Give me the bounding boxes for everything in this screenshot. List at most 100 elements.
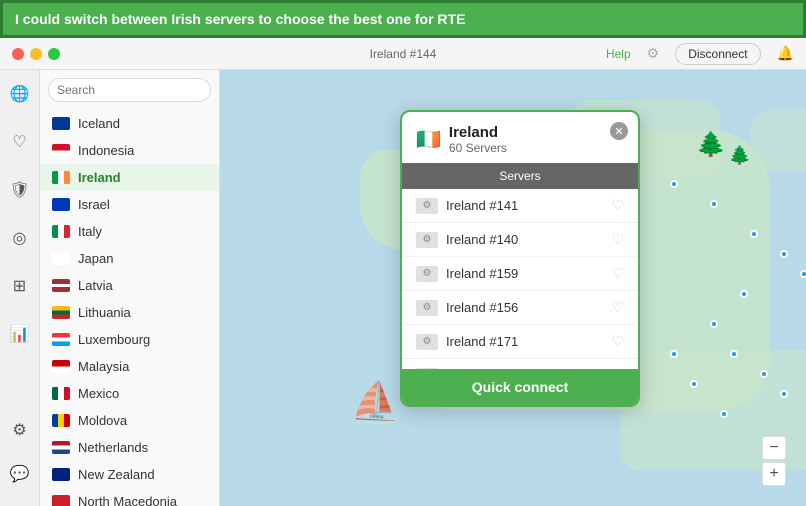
server-icon (416, 232, 438, 248)
flag-it (52, 225, 70, 238)
popup-close-button[interactable]: ✕ (610, 122, 628, 140)
flag-my (52, 360, 70, 373)
country-name: Ireland (78, 170, 121, 185)
traffic-lights (12, 48, 60, 60)
notification-icon[interactable]: 🔔 (777, 45, 794, 62)
favorite-icon[interactable]: ♡ (611, 265, 624, 282)
flag-lv (52, 279, 70, 292)
server-name: Ireland #171 (446, 334, 611, 349)
tab-servers[interactable]: Servers (402, 163, 638, 189)
sidebar: Iceland Indonesia Ireland Israel Italy Japan L… (40, 70, 220, 506)
heart-icon[interactable]: ♡ (4, 126, 36, 158)
chat-icon[interactable]: 💬 (4, 458, 36, 490)
target-icon[interactable]: ◎ (4, 222, 36, 254)
search-input[interactable] (48, 78, 211, 102)
favorite-icon[interactable]: ♡ (611, 231, 624, 248)
tree-icon-2: 🌲 (729, 145, 751, 166)
favorite-icon[interactable]: ♡ (611, 333, 624, 350)
country-name: Moldova (78, 413, 127, 428)
fullscreen-button[interactable] (48, 48, 60, 60)
server-list-item[interactable]: Ireland #164♡ (402, 359, 638, 369)
sidebar-item-netherlands[interactable]: Netherlands (40, 434, 219, 461)
country-name: Lithuania (78, 305, 131, 320)
sidebar-item-north-macedonia[interactable]: North Macedonia (40, 488, 219, 506)
country-name: Indonesia (78, 143, 134, 158)
server-list-item[interactable]: Ireland #171♡ (402, 325, 638, 359)
quick-connect-button[interactable]: Quick connect (402, 369, 638, 405)
popup-flag: 🇮🇪 (416, 127, 441, 152)
map-area: 🌲 🌲 ⛵ 🇮🇪 Ireland 60 Servers ✕ Servers (220, 70, 806, 506)
map-dot-4 (800, 270, 806, 278)
flag-il (52, 198, 70, 211)
popup-header: 🇮🇪 Ireland 60 Servers ✕ (402, 112, 638, 163)
map-dot-5 (740, 290, 748, 298)
map-dot-0 (670, 180, 678, 188)
sidebar-item-malaysia[interactable]: Malaysia (40, 353, 219, 380)
server-name: Ireland #140 (446, 232, 611, 247)
close-button[interactable] (12, 48, 24, 60)
tab-label: Ireland #144 (370, 47, 437, 61)
flag-nl (52, 441, 70, 454)
flag-id (52, 144, 70, 157)
country-name: New Zealand (78, 467, 155, 482)
settings-icon[interactable]: ⚙ (647, 45, 660, 62)
sidebar-item-lithuania[interactable]: Lithuania (40, 299, 219, 326)
country-name: Iceland (78, 116, 120, 131)
sidebar-item-mexico[interactable]: Mexico (40, 380, 219, 407)
layers-icon[interactable]: ⊞ (4, 270, 36, 302)
sidebar-item-new-zealand[interactable]: New Zealand (40, 461, 219, 488)
gear-icon[interactable]: ⚙ (4, 414, 36, 446)
country-name: Mexico (78, 386, 119, 401)
country-name: Japan (78, 251, 113, 266)
chart-icon[interactable]: 📊 (4, 318, 36, 350)
country-name: Netherlands (78, 440, 148, 455)
popup-country: Ireland (449, 124, 507, 141)
server-name: Ireland #156 (446, 300, 611, 315)
minimize-button[interactable] (30, 48, 42, 60)
flag-lu (52, 333, 70, 346)
sidebar-item-latvia[interactable]: Latvia (40, 272, 219, 299)
sidebar-item-indonesia[interactable]: Indonesia (40, 137, 219, 164)
help-button[interactable]: Help (606, 47, 631, 61)
sidebar-item-iceland[interactable]: Iceland (40, 110, 219, 137)
zoom-in-button[interactable]: + (762, 462, 786, 486)
disconnect-button[interactable]: Disconnect (675, 43, 760, 65)
flag-jp (52, 252, 70, 265)
country-list: Iceland Indonesia Ireland Israel Italy Japan L… (40, 110, 219, 506)
map-land-north (750, 110, 806, 170)
sidebar-item-moldova[interactable]: Moldova (40, 407, 219, 434)
annotation-banner: I could switch between Irish servers to … (0, 0, 806, 38)
popup-server-count: 60 Servers (449, 141, 507, 155)
favorite-icon[interactable]: ♡ (611, 197, 624, 214)
server-list-item[interactable]: Ireland #140♡ (402, 223, 638, 257)
app-container: Ireland #144 Help ⚙ Disconnect 🔔 🌐 ♡ 🛡 ◎… (0, 38, 806, 506)
server-list-item[interactable]: Ireland #141♡ (402, 189, 638, 223)
sidebar-item-italy[interactable]: Italy (40, 218, 219, 245)
map-dot-3 (780, 250, 788, 258)
shield-icon[interactable]: 🛡 (4, 174, 36, 206)
flag-md (52, 414, 70, 427)
sidebar-item-japan[interactable]: Japan (40, 245, 219, 272)
server-name: Ireland #141 (446, 198, 611, 213)
server-list-item[interactable]: Ireland #159♡ (402, 257, 638, 291)
flag-mx (52, 387, 70, 400)
globe-icon[interactable]: 🌐 (4, 78, 36, 110)
sidebar-item-israel[interactable]: Israel (40, 191, 219, 218)
tree-icon: 🌲 (696, 130, 726, 159)
map-dot-1 (710, 200, 718, 208)
country-name: Luxembourg (78, 332, 150, 347)
server-name: Ireland #159 (446, 266, 611, 281)
flag-ie (52, 171, 70, 184)
map-dot-9 (780, 390, 788, 398)
sidebar-item-ireland[interactable]: Ireland (40, 164, 219, 191)
zoom-out-button[interactable]: − (762, 436, 786, 460)
country-name: Italy (78, 224, 102, 239)
icon-bar-bottom: ⚙ 💬 (4, 414, 36, 498)
map-dot-7 (730, 350, 738, 358)
server-list-item[interactable]: Ireland #156♡ (402, 291, 638, 325)
favorite-icon[interactable]: ♡ (611, 299, 624, 316)
main-content: 🌐 ♡ 🛡 ◎ ⊞ 📊 ⚙ 💬 IcelandIndonesiaIrelandI… (0, 70, 806, 506)
sidebar-item-luxembourg[interactable]: Luxembourg (40, 326, 219, 353)
map-dot-8 (760, 370, 768, 378)
boat-icon: ⛵ (350, 379, 400, 426)
